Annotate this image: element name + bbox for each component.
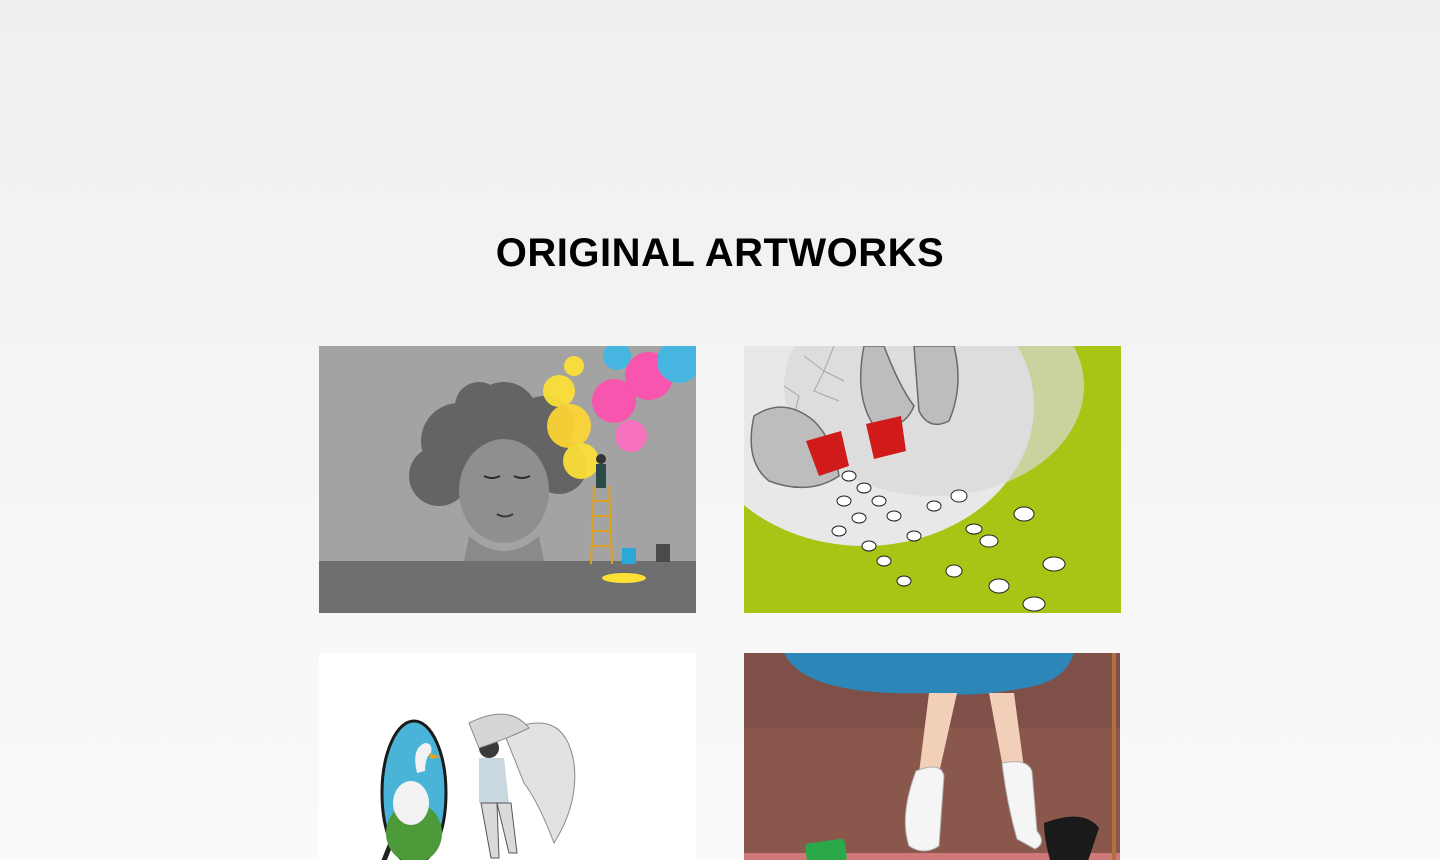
- artwork-image-legs-socks: [744, 653, 1120, 860]
- artwork-image-face-smoke: [319, 346, 696, 613]
- artwork-image-sheep-field: [744, 346, 1121, 613]
- artwork-gallery: [0, 0, 1440, 860]
- artwork-image-angel-mirror: [319, 653, 696, 860]
- artwork-card-4[interactable]: [744, 653, 1120, 860]
- artwork-card-1[interactable]: [319, 346, 696, 613]
- artwork-card-2[interactable]: [744, 346, 1121, 613]
- artwork-card-3[interactable]: [319, 653, 696, 860]
